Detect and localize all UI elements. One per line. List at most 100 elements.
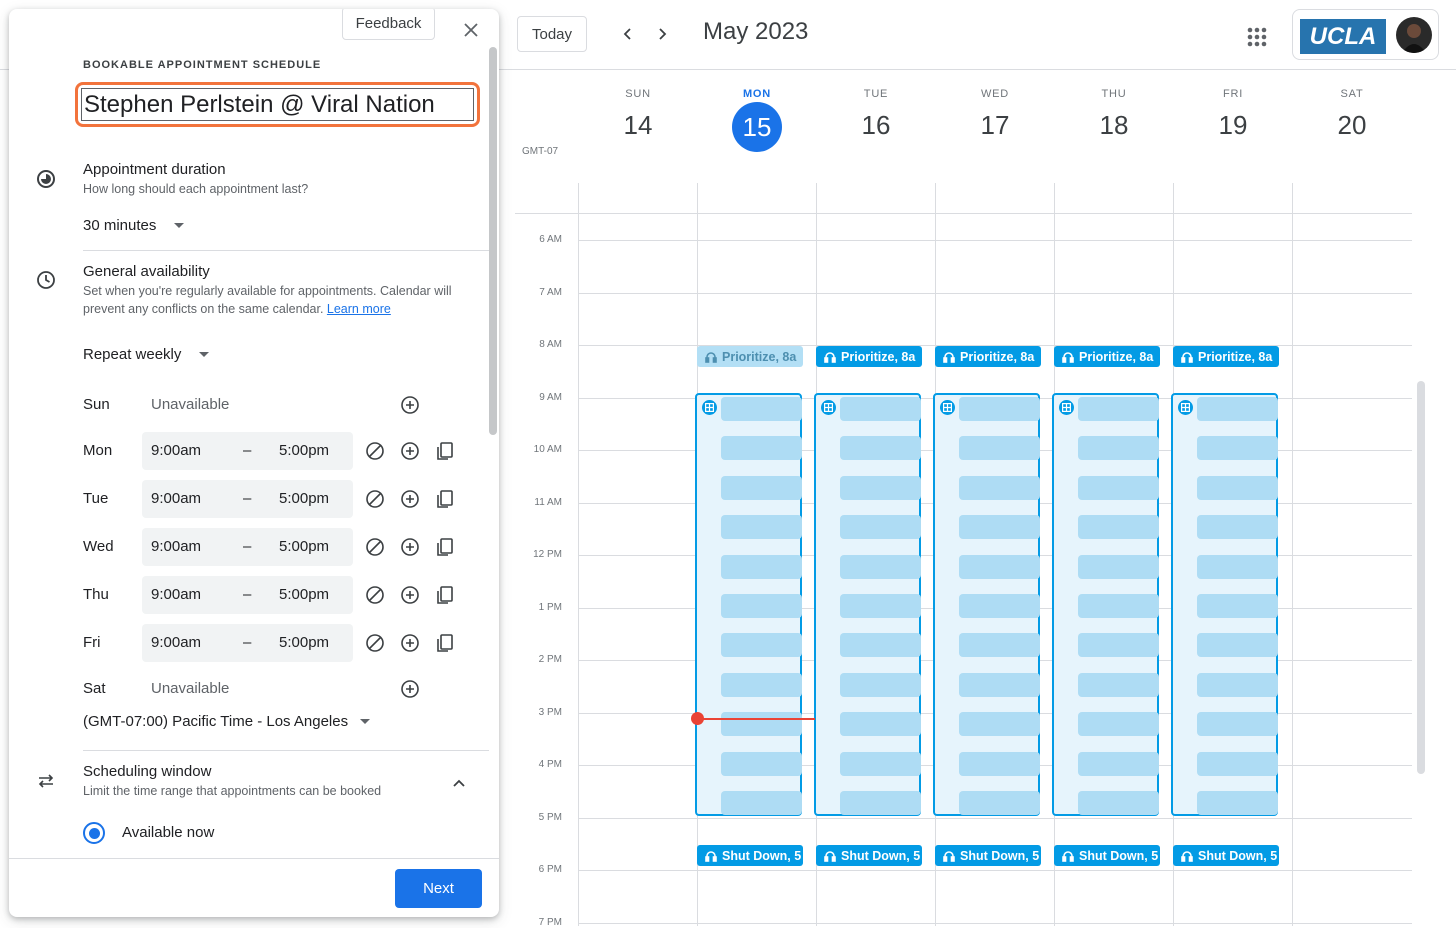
bookable-slot[interactable] <box>959 672 1040 697</box>
day-header-wed[interactable]: WED 17 <box>936 88 1054 140</box>
bookable-slot[interactable] <box>1197 475 1278 500</box>
unavailable-circle-icon[interactable] <box>364 536 386 558</box>
focus-time-event-evening[interactable]: Shut Down, 5 <box>697 845 803 866</box>
bookable-slot[interactable] <box>840 436 921 461</box>
bookable-slot[interactable] <box>1197 554 1278 579</box>
add-time-icon[interactable] <box>399 440 421 462</box>
focus-time-event-morning[interactable]: Prioritize, 8a <box>816 346 922 367</box>
bookable-slot[interactable] <box>959 633 1040 658</box>
copy-times-icon[interactable] <box>434 440 456 462</box>
add-time-icon[interactable] <box>399 488 421 510</box>
bookable-slot[interactable] <box>721 397 802 421</box>
bookable-slot[interactable] <box>840 594 921 618</box>
end-time-input[interactable]: 5:00pm <box>279 538 329 555</box>
day-number[interactable]: 14 <box>579 110 697 140</box>
panel-scrollbar[interactable] <box>489 47 497 435</box>
avatar[interactable] <box>1396 17 1432 53</box>
bookable-slot[interactable] <box>721 633 802 658</box>
day-number[interactable]: 15 <box>732 102 782 152</box>
add-time-icon[interactable] <box>399 678 421 700</box>
chevron-up-icon[interactable] <box>449 773 469 793</box>
focus-time-event-evening[interactable]: Shut Down, 5 <box>1173 845 1279 866</box>
end-time-input[interactable]: 5:00pm <box>279 634 329 651</box>
bookable-slot[interactable] <box>959 791 1040 815</box>
start-time-input[interactable]: 9:00am <box>151 634 201 651</box>
appointment-schedule-block[interactable] <box>814 393 921 816</box>
bookable-slot[interactable] <box>1078 515 1159 540</box>
bookable-slot[interactable] <box>959 594 1040 618</box>
unavailable-circle-icon[interactable] <box>364 440 386 462</box>
close-icon[interactable] <box>459 18 483 42</box>
repeat-dropdown[interactable]: Repeat weekly <box>83 346 210 363</box>
bookable-slot[interactable] <box>1078 594 1159 618</box>
add-time-icon[interactable] <box>399 536 421 558</box>
bookable-slot[interactable] <box>1197 594 1278 618</box>
focus-time-event-morning[interactable]: Prioritize, 8a <box>1173 346 1279 367</box>
bookable-slot[interactable] <box>959 475 1040 500</box>
bookable-slot[interactable] <box>959 397 1040 421</box>
bookable-slot[interactable] <box>721 475 802 500</box>
bookable-slot[interactable] <box>1197 672 1278 697</box>
next-button[interactable]: Next <box>395 869 482 908</box>
bookable-slot[interactable] <box>721 712 802 737</box>
copy-times-icon[interactable] <box>434 488 456 510</box>
bookable-slot[interactable] <box>1197 751 1278 776</box>
bookable-slot[interactable] <box>840 712 921 737</box>
bookable-slot[interactable] <box>840 515 921 540</box>
bookable-slot[interactable] <box>1078 791 1159 815</box>
bookable-slot[interactable] <box>840 672 921 697</box>
today-button[interactable]: Today <box>517 16 587 52</box>
schedule-title-input[interactable] <box>81 88 474 121</box>
focus-time-event-morning[interactable]: Prioritize, 8a <box>1054 346 1160 367</box>
unavailable-circle-icon[interactable] <box>364 488 386 510</box>
day-header-mon[interactable]: MON 15 <box>698 88 816 152</box>
bookable-slot[interactable] <box>840 633 921 658</box>
bookable-slot[interactable] <box>721 594 802 618</box>
bookable-slot[interactable] <box>1197 712 1278 737</box>
day-header-fri[interactable]: FRI 19 <box>1174 88 1292 140</box>
prev-week-icon[interactable] <box>616 22 640 46</box>
bookable-slot[interactable] <box>840 475 921 500</box>
bookable-slot[interactable] <box>1078 633 1159 658</box>
focus-time-event-morning[interactable]: Prioritize, 8a <box>697 346 803 367</box>
appointment-schedule-block[interactable] <box>695 393 802 816</box>
bookable-slot[interactable] <box>721 515 802 540</box>
appointment-schedule-block[interactable] <box>933 393 1040 816</box>
day-header-thu[interactable]: THU 18 <box>1055 88 1173 140</box>
day-header-sun[interactable]: SUN 14 <box>579 88 697 140</box>
bookable-slot[interactable] <box>1197 791 1278 815</box>
focus-time-event-evening[interactable]: Shut Down, 5 <box>816 845 922 866</box>
bookable-slot[interactable] <box>1078 712 1159 737</box>
bookable-slot[interactable] <box>840 554 921 579</box>
copy-times-icon[interactable] <box>434 632 456 654</box>
end-time-input[interactable]: 5:00pm <box>279 586 329 603</box>
learn-more-link[interactable]: Learn more <box>327 302 391 316</box>
start-time-input[interactable]: 9:00am <box>151 538 201 555</box>
bookable-slot[interactable] <box>721 791 802 815</box>
bookable-slot[interactable] <box>1078 672 1159 697</box>
end-time-input[interactable]: 5:00pm <box>279 442 329 459</box>
focus-time-event-evening[interactable]: Shut Down, 5 <box>1054 845 1160 866</box>
bookable-slot[interactable] <box>959 436 1040 461</box>
add-time-icon[interactable] <box>399 394 421 416</box>
unavailable-circle-icon[interactable] <box>364 584 386 606</box>
day-number[interactable]: 20 <box>1293 110 1411 140</box>
bookable-slot[interactable] <box>959 554 1040 579</box>
bookable-slot[interactable] <box>1197 515 1278 540</box>
day-header-sat[interactable]: SAT 20 <box>1293 88 1411 140</box>
start-time-input[interactable]: 9:00am <box>151 442 201 459</box>
end-time-input[interactable]: 5:00pm <box>279 490 329 507</box>
bookable-slot[interactable] <box>959 751 1040 776</box>
bookable-slot[interactable] <box>721 554 802 579</box>
timezone-dropdown[interactable]: (GMT-07:00) Pacific Time - Los Angeles <box>83 713 371 730</box>
apps-grid-icon[interactable] <box>1244 24 1270 50</box>
focus-time-event-morning[interactable]: Prioritize, 8a <box>935 346 1041 367</box>
start-time-input[interactable]: 9:00am <box>151 490 201 507</box>
add-time-icon[interactable] <box>399 632 421 654</box>
add-time-icon[interactable] <box>399 584 421 606</box>
unavailable-circle-icon[interactable] <box>364 632 386 654</box>
bookable-slot[interactable] <box>1078 475 1159 500</box>
day-header-tue[interactable]: TUE 16 <box>817 88 935 140</box>
bookable-slot[interactable] <box>1197 633 1278 658</box>
bookable-slot[interactable] <box>959 712 1040 737</box>
